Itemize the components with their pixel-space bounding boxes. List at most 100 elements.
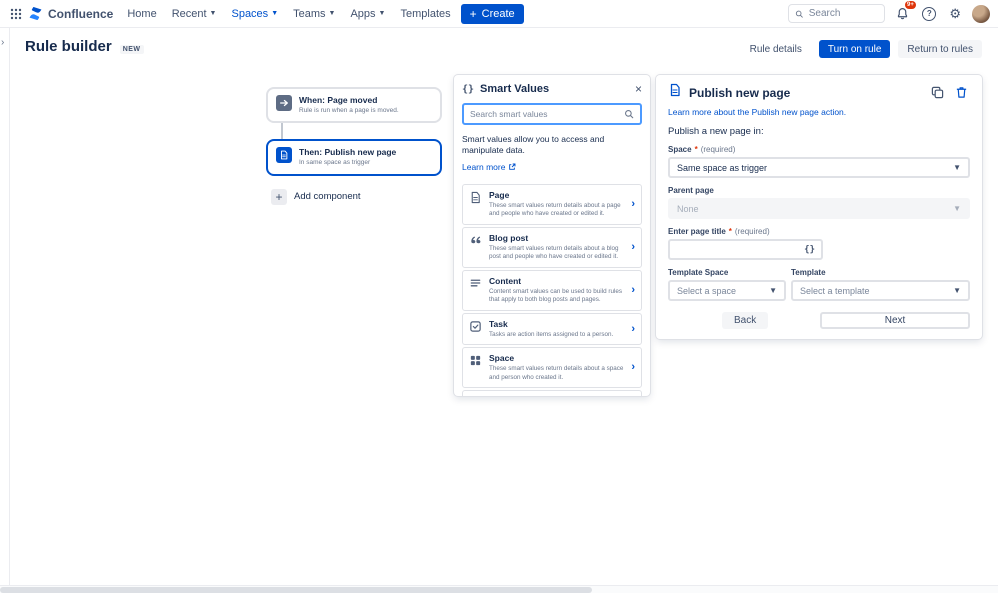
nav-item-spaces[interactable]: Spaces▼ [231,8,278,20]
item-body: Page These smart values return details a… [489,190,624,219]
page-title-input[interactable] [676,245,800,255]
item-body: Task Tasks are action items assigned to … [489,319,624,340]
item-body: Space These smart values return details … [489,353,624,382]
scrollbar-thumb[interactable] [0,587,592,593]
smart-values-search[interactable] [462,103,642,125]
smart-value-item-page[interactable]: Page These smart values return details a… [462,184,642,225]
app-switcher-button[interactable] [8,6,24,22]
header-actions: Rule details Turn on rule Return to rule… [741,40,982,58]
chevron-down-icon: ▼ [953,286,961,295]
confluence-logo[interactable]: Confluence [28,6,113,21]
turn-on-rule-button[interactable]: Turn on rule [819,40,891,58]
duplicate-component-button[interactable] [929,84,946,101]
settings-button[interactable]: ⚙ [947,5,963,22]
create-button[interactable]: + Create [461,4,524,24]
notification-count-badge: 9+ [905,1,917,9]
gear-icon: ⚙ [949,7,961,20]
smart-values-panel: {} Smart Values × Smart values allow you… [454,75,650,396]
page-title: Rule builder [25,38,112,55]
trigger-card-page-moved[interactable]: When: Page moved Rule is run when a page… [266,87,442,123]
action-panel-header: Publish new page [668,83,970,102]
action-intro-text: Publish a new page in: [668,126,970,137]
template-row: Template Space Select a space ▼ Template… [668,268,970,301]
close-panel-button[interactable]: × [635,83,642,95]
nav-item-teams[interactable]: Teams▼ [293,8,335,20]
task-icon [469,320,483,334]
spaces-icon [469,354,483,368]
trigger-card-body: When: Page moved Rule is run when a page… [299,95,399,115]
action-panel-title: Publish new page [689,86,922,100]
chevron-down-icon: ▼ [271,10,278,17]
chevron-down-icon: ▼ [329,10,336,17]
smart-value-item-content[interactable]: Content Content smart values can be used… [462,270,642,311]
confluence-rule-builder-screen: Confluence Home Recent▼ Spaces▼ Teams▼ A… [0,0,998,593]
nav-item-home[interactable]: Home [127,8,156,20]
smart-values-search-input[interactable] [470,109,620,119]
parent-page-field-label: Parent page [668,186,970,195]
add-component-button[interactable]: + Add component [271,189,361,205]
global-search-input[interactable] [809,8,879,19]
template-space-column: Template Space Select a space ▼ [668,268,786,301]
page-icon [469,191,483,205]
horizontal-scrollbar[interactable] [0,585,998,593]
nav-item-recent[interactable]: Recent▼ [172,8,217,20]
publish-page-action-icon [276,147,292,163]
smart-value-item-comment[interactable]: Comment Comments can be posted within th… [462,390,642,396]
action-card-subtitle: In same space as trigger [299,159,396,167]
smart-values-header: {} Smart Values × [462,83,642,95]
template-label: Template [791,268,970,277]
external-link-icon [508,163,516,171]
chevron-right-icon: › [630,362,636,373]
top-navigation: Confluence Home Recent▼ Spaces▼ Teams▼ A… [0,0,998,28]
smart-value-item-task[interactable]: Task Tasks are action items assigned to … [462,313,642,346]
topnav-right-cluster: 9+ ? ⚙ [788,4,990,23]
action-card-title: Then: Publish new page [299,147,396,157]
user-avatar[interactable] [972,5,990,23]
back-button[interactable]: Back [722,312,768,329]
copy-icon [931,86,944,99]
item-body: Blog post These smart values return deta… [489,233,624,262]
braces-icon: {} [804,245,815,255]
action-card-body: Then: Publish new page In same space as … [299,147,396,167]
smart-values-title: Smart Values [480,83,629,95]
expand-sidebar-button[interactable]: › [1,37,4,48]
chevron-down-icon: ▼ [953,163,961,172]
help-button[interactable]: ? [920,5,938,23]
collapsed-sidebar-rail: › [0,28,10,585]
logo-wordmark: Confluence [48,7,113,21]
next-button[interactable]: Next [820,312,970,329]
chevron-right-icon: › [630,242,636,253]
wizard-buttons: Back Next [668,312,970,329]
template-select[interactable]: Select a template ▼ [791,280,970,301]
chevron-right-icon: › [630,199,636,210]
parent-page-select[interactable]: None ▼ [668,198,970,219]
page-title-field[interactable]: {} [668,239,823,260]
rule-details-button[interactable]: Rule details [741,40,811,58]
insert-smart-value-button[interactable]: {} [804,245,815,255]
trash-icon [955,86,968,99]
search-icon [795,9,803,19]
space-select[interactable]: Same space as trigger ▼ [668,157,970,178]
notifications-button[interactable]: 9+ [894,5,911,22]
chevron-down-icon: ▼ [379,10,386,17]
content-icon [469,277,483,291]
rule-connector-line [281,123,283,139]
template-column: Template Select a template ▼ [791,268,970,301]
global-search[interactable] [788,4,885,23]
trigger-card-title: When: Page moved [299,95,399,105]
smart-value-item-blog-post[interactable]: Blog post These smart values return deta… [462,227,642,268]
space-field-label: Space * (required) [668,145,970,154]
smart-value-item-space[interactable]: Space These smart values return details … [462,347,642,388]
delete-component-button[interactable] [953,84,970,101]
chevron-down-icon: ▼ [210,10,217,17]
action-card-publish-new-page[interactable]: Then: Publish new page In same space as … [266,139,442,175]
nav-item-templates[interactable]: Templates [400,8,450,20]
smart-values-learn-more-link[interactable]: Learn more [462,162,516,172]
search-icon [624,109,634,119]
return-to-rules-button[interactable]: Return to rules [898,40,982,58]
nav-item-apps[interactable]: Apps▼ [350,8,385,20]
smart-values-list: Page These smart values return details a… [462,184,642,396]
chevron-down-icon: ▼ [953,204,961,213]
template-space-select[interactable]: Select a space ▼ [668,280,786,301]
action-learn-more-link[interactable]: Learn more about the Publish new page ac… [668,107,970,117]
